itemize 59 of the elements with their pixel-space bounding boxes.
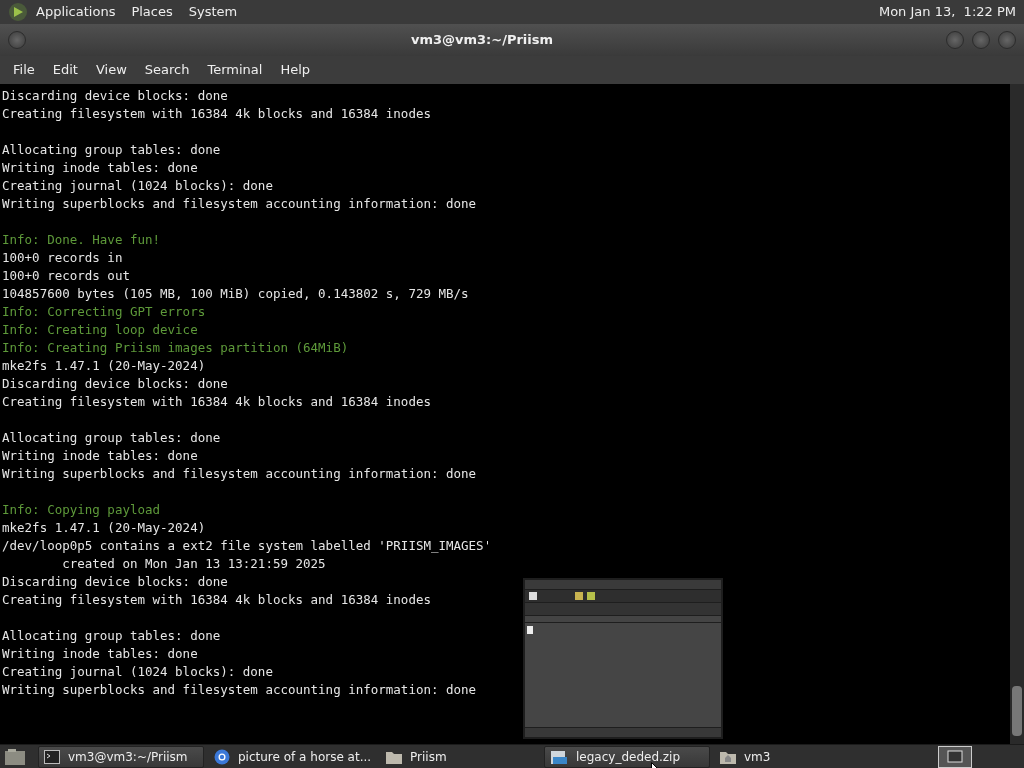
menu-item[interactable]: File [4,60,44,80]
folder-icon [386,749,402,764]
taskbar-button[interactable]: Priism [380,745,540,768]
terminal-line: Writing inode tables: done [2,447,198,465]
panel-menu[interactable]: Places [131,2,173,22]
clock[interactable]: Mon Jan 13, 1:22 PM [878,2,1016,22]
home-folder-icon [720,749,736,764]
terminal-line: Info: Copying payload [2,501,161,519]
taskbar-button[interactable]: picture of a horse at... [208,745,376,768]
terminal-icon [44,749,60,764]
maximize-button[interactable] [972,31,990,49]
terminal-line: Writing superblocks and filesystem accounting information: done [2,195,477,213]
window-title: vm3@vm3:~/Priism [409,31,555,50]
menu-item[interactable]: View [86,60,136,80]
show-desktop-icon[interactable] [4,747,26,766]
taskbar-button[interactable]: vm3@vm3:~/Priism [38,745,204,768]
taskbar-button[interactable]: vm3 [714,745,809,768]
terminal-line: 104857600 bytes (105 MB, 100 MiB) copied, 0.143802 s, 729 MB/s [2,285,469,303]
panel-menu[interactable]: Applications [36,2,116,22]
panel-menu[interactable]: System [188,2,238,22]
terminal-line: mke2fs 1.47.1 (20-May-2024) [2,357,206,375]
terminal-line: /dev/loop0p5 contains a ext2 file system labelled 'PRIISM_IMAGES' [2,537,492,555]
archive-icon [550,748,568,765]
menu-item[interactable]: Terminal [198,60,272,80]
terminal-line: Info: Creating loop device [2,321,198,339]
logo-icon[interactable] [8,2,28,22]
terminal-line: Discarding device blocks: done [2,573,228,591]
browser-icon [214,748,230,765]
menu-item[interactable]: Search [135,60,199,80]
terminal-line: Writing superblocks and filesystem accounting information: done [2,681,477,699]
terminal-line: Creating journal (1024 blocks): done [2,177,273,195]
terminal-line: Writing superblocks and filesystem accounting information: done [2,465,477,483]
menu-item[interactable]: Edit [43,60,87,80]
terminal-line: Allocating group tables: done [2,141,221,159]
window-menu-button[interactable] [8,31,26,49]
terminal-line: mke2fs 1.47.1 (20-May-2024) [2,519,206,537]
close-button[interactable] [998,31,1016,49]
terminal-line: Allocating group tables: done [2,429,221,447]
terminal-line: Allocating group tables: done [2,627,221,645]
terminal-line: Creating filesystem with 16384 4k blocks and 16384 inodes [2,591,431,609]
terminal-line: Discarding device blocks: done [2,375,228,393]
terminal-line: created on Mon Jan 13 13:21:59 2025 [61,555,326,573]
scrollbar[interactable] [1010,84,1024,744]
minimize-button[interactable] [946,31,964,49]
terminal-line: Discarding device blocks: done [2,87,228,105]
terminal-line: 100+0 records in [2,249,123,267]
terminal-line: 100+0 records out [2,267,130,285]
terminal-line: Writing inode tables: done [2,645,198,663]
terminal-line: Info: Creating Priism images partition (64MiB) [2,339,349,357]
terminal-line: Creating filesystem with 16384 4k blocks and 16384 inodes [2,105,431,123]
terminal-line: Info: Correcting GPT errors [2,303,206,321]
menu-item[interactable]: Help [271,60,320,80]
workspace-switcher-icon[interactable] [938,745,972,768]
taskbar-button[interactable]: legacy_deded.zip [544,745,710,768]
terminal-line: Creating filesystem with 16384 4k blocks and 16384 inodes [2,393,431,411]
terminal-line: Info: Done. Have fun! [2,231,161,249]
scroll-thumb[interactable] [1012,686,1022,736]
terminal-line: Creating journal (1024 blocks): done [2,663,273,681]
terminal-line: Writing inode tables: done [2,159,198,177]
